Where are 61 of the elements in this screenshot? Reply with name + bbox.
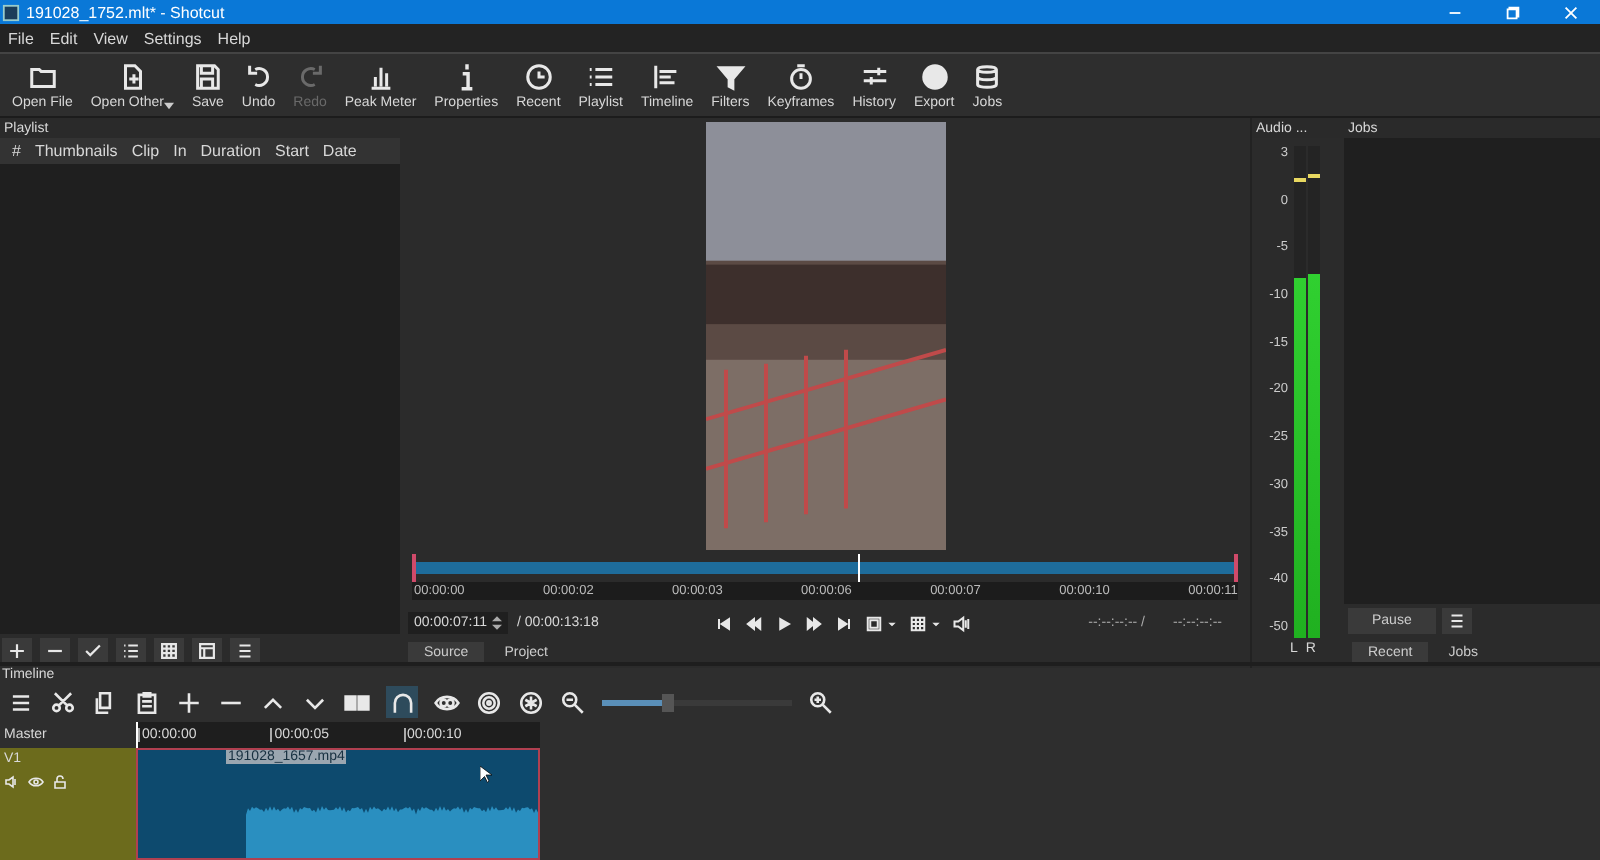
menu-item[interactable]: Edit xyxy=(49,29,78,47)
menu-icon xyxy=(234,640,256,662)
fullscreen-icon[interactable] xyxy=(864,613,885,633)
fast-forward-icon[interactable] xyxy=(804,613,825,633)
plus-icon[interactable] xyxy=(176,689,202,715)
column-header[interactable]: # xyxy=(12,142,21,160)
plus-icon xyxy=(6,640,28,662)
padlock-icon[interactable] xyxy=(52,774,68,790)
menu-item[interactable]: Help xyxy=(217,29,251,47)
undo-icon xyxy=(243,61,274,91)
playlist-button[interactable] xyxy=(2,638,32,664)
maximize-icon[interactable] xyxy=(1504,3,1522,21)
magnet-icon xyxy=(389,689,415,715)
scissors-icon[interactable] xyxy=(50,689,76,715)
menu-button[interactable] xyxy=(1441,608,1472,634)
clock-icon xyxy=(523,61,554,91)
skip-end-icon[interactable] xyxy=(834,613,855,633)
mouse-cursor-icon xyxy=(480,766,492,784)
slider-thumb[interactable] xyxy=(662,693,675,711)
playlist-button[interactable] xyxy=(192,638,222,664)
check-icon xyxy=(82,640,104,662)
menu-item[interactable]: View xyxy=(93,29,128,47)
eye-icon[interactable] xyxy=(28,774,44,790)
grid-icon xyxy=(158,640,180,662)
zoom-out-icon[interactable] xyxy=(560,689,586,715)
playlist-button[interactable] xyxy=(78,638,108,664)
list-icon xyxy=(120,640,142,662)
window-title: 191028_1752.mlt* - Shotcut xyxy=(26,3,225,21)
menu-item[interactable]: Settings xyxy=(143,29,202,47)
playlist-button[interactable] xyxy=(116,638,146,664)
snap-button[interactable] xyxy=(386,686,418,718)
menu-item[interactable]: File xyxy=(8,29,34,47)
playlist-button[interactable] xyxy=(40,638,70,664)
spinner-icon xyxy=(492,614,503,632)
column-header[interactable]: In xyxy=(173,142,187,160)
menu-icon[interactable] xyxy=(8,689,34,715)
zoom-in-icon[interactable] xyxy=(808,689,834,715)
playlist-button[interactable] xyxy=(230,638,260,664)
save-icon xyxy=(192,61,223,91)
info-icon xyxy=(459,61,474,91)
filter-icon xyxy=(715,61,746,91)
app-icon xyxy=(2,3,20,21)
paste-icon[interactable] xyxy=(134,689,160,715)
column-header[interactable]: Thumbnails xyxy=(34,142,118,160)
target-icon[interactable] xyxy=(476,689,502,715)
column-header[interactable]: Duration xyxy=(200,142,262,160)
column-header[interactable]: Clip xyxy=(131,142,160,160)
stopwatch-icon xyxy=(785,61,816,91)
close-icon[interactable] xyxy=(1562,3,1580,21)
play-icon[interactable] xyxy=(774,613,795,633)
database-icon xyxy=(972,61,1003,91)
playlist-button[interactable] xyxy=(154,638,184,664)
rewind-icon[interactable] xyxy=(744,613,765,633)
speaker-icon[interactable] xyxy=(952,613,973,633)
redo-icon xyxy=(295,61,325,91)
split-icon[interactable] xyxy=(344,689,370,715)
grid-icon[interactable] xyxy=(908,613,929,633)
column-header[interactable]: Date xyxy=(322,142,357,160)
skip-start-icon[interactable] xyxy=(714,613,735,633)
column-header[interactable]: Start xyxy=(275,142,309,160)
detail-icon xyxy=(196,640,218,662)
